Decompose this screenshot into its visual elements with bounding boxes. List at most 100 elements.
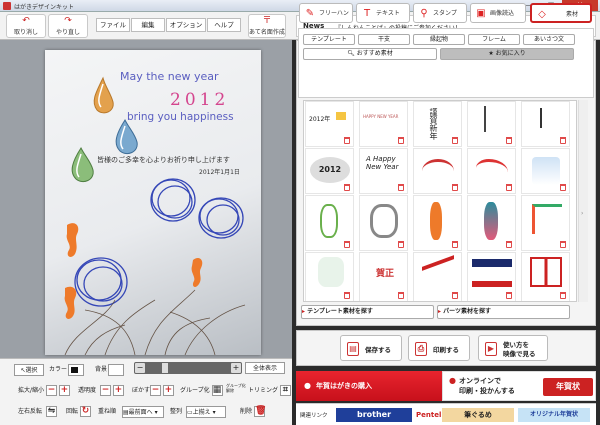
delete-icon[interactable] <box>506 292 512 299</box>
zoom-slider[interactable]: − + <box>134 362 242 374</box>
redo-label: やり直し <box>55 29 80 36</box>
material-thumb[interactable] <box>413 195 462 251</box>
category-template[interactable]: テンプレート <box>303 34 355 45</box>
zoom-in-icon[interactable]: + <box>231 363 241 373</box>
fudegurume-link[interactable]: 筆ぐるめ <box>442 408 514 422</box>
delete-icon[interactable] <box>398 184 404 191</box>
delete-button[interactable]: 削除 🗑︎ <box>240 406 266 418</box>
material-thumb[interactable] <box>413 252 462 301</box>
thumb-text: HAPPY NEW YEAR <box>363 114 399 119</box>
menu-options[interactable]: オプション <box>166 18 206 32</box>
select-tool[interactable]: ↖選択 <box>14 364 44 376</box>
category-frame[interactable]: フレーム <box>468 34 520 45</box>
menu-file[interactable]: ファイル <box>96 18 130 32</box>
delete-icon[interactable] <box>560 184 566 191</box>
flip-button[interactable]: ⇋ <box>46 406 57 417</box>
material-thumb[interactable] <box>467 252 516 301</box>
pentel-link[interactable]: Pentel <box>416 408 441 422</box>
material-thumb[interactable]: 2012 <box>305 148 354 194</box>
material-thumb[interactable] <box>521 195 570 251</box>
delete-icon[interactable] <box>398 241 404 248</box>
trim-button[interactable]: トリミング ⌗ <box>248 385 291 397</box>
plus-icon[interactable]: + <box>112 385 124 396</box>
print-button[interactable]: ⎙ 印刷する <box>408 335 470 361</box>
tab-stamp[interactable]: ⚲ スタンプ <box>413 3 467 23</box>
buy-postcards-banner[interactable]: ● 年賀はがきの購入 <box>296 371 442 401</box>
delete-icon[interactable] <box>452 184 458 191</box>
material-thumb[interactable]: HAPPY NEW YEAR <box>359 101 408 147</box>
thumb-art <box>472 259 512 287</box>
brother-link[interactable]: brother <box>336 408 412 422</box>
delete-icon[interactable] <box>398 292 404 299</box>
delete-icon[interactable] <box>452 292 458 299</box>
category-greeting[interactable]: あいさつ文 <box>523 34 575 45</box>
menu-edit[interactable]: 編集 <box>131 18 165 32</box>
delete-icon[interactable] <box>344 241 350 248</box>
material-thumb[interactable] <box>521 101 570 147</box>
thumb-art <box>484 106 502 132</box>
color-picker[interactable] <box>68 364 84 376</box>
subtab-favorites[interactable]: ★ お気に入り <box>440 48 574 60</box>
fit-all-button[interactable]: 全体表示 <box>245 362 285 374</box>
postcard-canvas[interactable]: May the new year 2012 bring you happines… <box>45 50 261 355</box>
material-thumb[interactable]: 謹賀新年 <box>413 101 462 147</box>
material-thumb[interactable] <box>305 252 354 301</box>
material-thumb[interactable]: A Happy New Year <box>359 148 408 194</box>
order-select[interactable]: ▤最前面へ ▾ <box>122 406 164 418</box>
material-thumb[interactable]: 賀正 <box>359 252 408 301</box>
bg-picker[interactable] <box>108 364 124 376</box>
delete-icon[interactable] <box>344 137 350 144</box>
delete-icon[interactable] <box>344 184 350 191</box>
material-thumb[interactable] <box>467 195 516 251</box>
address-side-button[interactable]: 〒 あて名面作成 <box>248 14 286 38</box>
material-thumb[interactable] <box>467 148 516 194</box>
undo-button[interactable]: ↶ 取り消し <box>6 14 46 38</box>
online-print-banner[interactable]: ● オンラインで 印刷・投かんする 年賀状 <box>442 371 596 401</box>
subtab-recommended[interactable]: 🔍︎ おすすめ素材 <box>303 48 437 60</box>
stamp-icon: ⚲ <box>420 8 428 19</box>
redo-button[interactable]: ↷ やり直し <box>48 14 88 38</box>
rotate-button[interactable]: ↻ <box>80 406 91 417</box>
menu-help[interactable]: ヘルプ <box>207 18 241 32</box>
category-lucky[interactable]: 縁起物 <box>413 34 465 45</box>
zoom-out-icon[interactable]: − <box>135 363 145 373</box>
delete-icon[interactable] <box>560 292 566 299</box>
tab-freehand[interactable]: ✎フリーハンド <box>299 3 353 35</box>
find-parts-button[interactable]: ▸ パーツ素材を探す <box>437 305 570 319</box>
find-template-button[interactable]: ▸ テンプレート素材を探す <box>301 305 434 319</box>
ungroup-label[interactable]: グループ化解除 <box>226 383 248 393</box>
delete-icon[interactable] <box>560 137 566 144</box>
material-thumb[interactable] <box>521 148 570 194</box>
minus-icon[interactable]: − <box>150 385 161 396</box>
grid-scrollbar[interactable]: › <box>578 100 588 302</box>
howto-video-button[interactable]: ▶ 使い方を 映像で見る <box>478 335 548 361</box>
delete-icon[interactable] <box>452 241 458 248</box>
material-thumb[interactable] <box>521 252 570 301</box>
save-button[interactable]: ▤ 保存する <box>340 335 402 361</box>
tab-image-import[interactable]: ▣ 画像読込 <box>470 3 526 23</box>
original-nengajo-link[interactable]: オリジナル年賀状 <box>518 408 590 422</box>
delete-icon[interactable] <box>560 241 566 248</box>
plus-icon[interactable]: + <box>162 385 174 396</box>
delete-icon[interactable] <box>506 137 512 144</box>
material-thumb[interactable] <box>467 101 516 147</box>
printer-icon: ⎙ <box>415 342 427 356</box>
zoom-thumb[interactable] <box>162 363 168 373</box>
group-button[interactable]: グループ化 ▦ <box>180 385 223 397</box>
delete-icon[interactable] <box>344 292 350 299</box>
align-select[interactable]: ▭上揃え ▾ <box>186 406 226 418</box>
tab-materials[interactable]: ◇ 素材 <box>530 3 592 23</box>
tab-text[interactable]: T テキスト <box>356 3 410 23</box>
delete-icon[interactable] <box>398 137 404 144</box>
material-thumb[interactable] <box>359 195 408 251</box>
delete-icon[interactable] <box>506 184 512 191</box>
material-thumb[interactable]: 2012年 <box>305 101 354 147</box>
material-thumb[interactable] <box>305 195 354 251</box>
delete-icon[interactable] <box>452 137 458 144</box>
plus-icon[interactable]: + <box>58 385 70 396</box>
minus-icon[interactable]: − <box>46 385 57 396</box>
delete-icon[interactable] <box>506 241 512 248</box>
minus-icon[interactable]: − <box>100 385 111 396</box>
material-thumb[interactable] <box>413 148 462 194</box>
category-eto[interactable]: 干支 <box>358 34 410 45</box>
